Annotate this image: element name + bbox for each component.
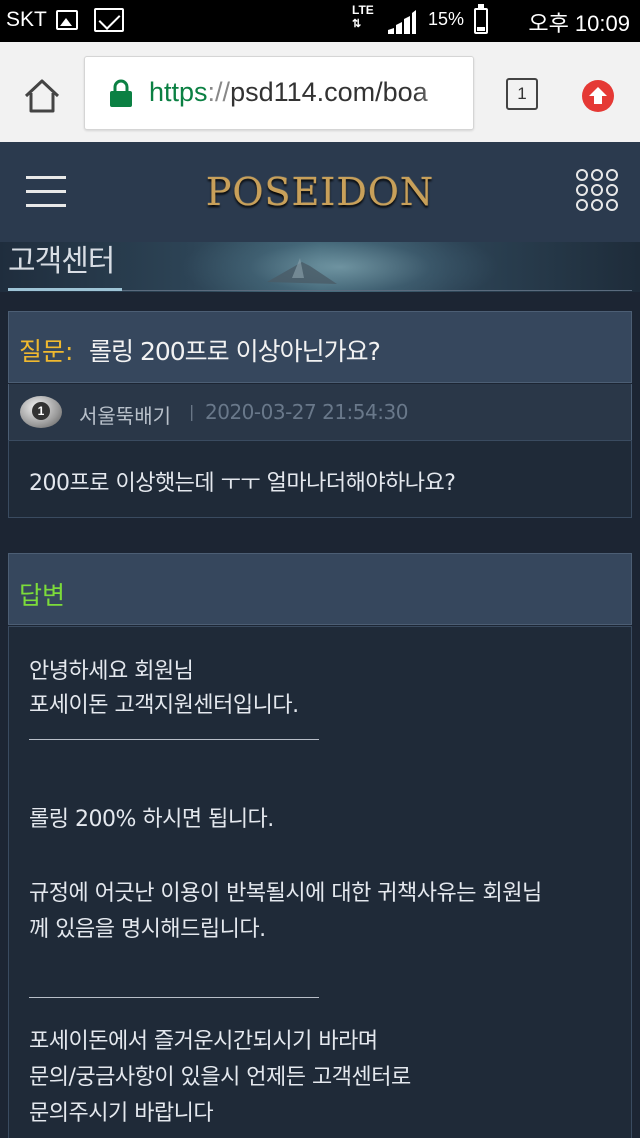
post-date: 2020-03-27 21:54:30 [205, 400, 408, 424]
clock: 오후 10:09 [528, 11, 630, 36]
url-scheme: https [149, 77, 208, 107]
ship-illustration [267, 258, 337, 284]
battery-icon [474, 4, 488, 34]
answer-body: 안녕하세요 회원님 포세이돈 고객지원센터입니다. 롤링 200% 하시면 됩니… [8, 626, 632, 1138]
answer-header: 답변 [8, 553, 632, 625]
question-text: 200프로 이상햇는데 ㅜㅜ 얼마나더해야하나요? [29, 471, 456, 496]
status-bar: SKT LTE ⇅ 15% 오후 10:09 [0, 0, 640, 42]
site-header: POSEIDON [0, 142, 640, 242]
answer-label: 답변 [19, 581, 66, 610]
question-body: 200프로 이상햇는데 ㅜㅜ 얼마나더해야하나요? [8, 440, 632, 518]
browser-toolbar: https://psd114.com/boa 1 [0, 42, 640, 142]
question-label: 질문: [19, 337, 74, 366]
lock-icon [110, 79, 132, 107]
page-title: 고객센터 [8, 244, 115, 279]
answer-line: 문의주시기 바랍니다 [29, 1101, 214, 1126]
signal-icon [388, 10, 416, 34]
carrier-label: SKT [6, 8, 47, 31]
author-name: 서울뚝배기 [79, 404, 171, 428]
grid-menu-icon[interactable] [575, 168, 619, 212]
question-title: 롤링 200프로 이상아닌가요? [89, 337, 381, 366]
battery-percent: 15% [428, 9, 465, 29]
site-logo[interactable]: POSEIDON [0, 170, 640, 214]
page-banner: 고객센터 [0, 242, 640, 292]
answer-line: 문의/궁금사항이 있을시 언제든 고객센터로 [29, 1065, 411, 1090]
answer-line: 규정에 어긋난 이용이 반복될시에 대한 귀책사유는 회원님 [29, 881, 542, 906]
home-icon[interactable] [18, 72, 66, 120]
url-separator: :// [207, 77, 231, 107]
answer-divider [29, 997, 319, 998]
answer-line: 포세이돈에서 즐거운시간되시기 바라며 [29, 1029, 378, 1054]
answer-line: 께 있음을 명시해드립니다. [29, 917, 266, 942]
question-header: 질문: 롤링 200프로 이상아닌가요? [8, 311, 632, 383]
answer-line: 롤링 200% 하시면 됩니다. [29, 807, 274, 832]
gallery-icon [56, 10, 78, 30]
meta-separator: | [189, 402, 195, 421]
question-meta: 1 서울뚝배기 | 2020-03-27 21:54:30 [8, 384, 632, 440]
title-underline [8, 288, 122, 291]
answer-divider [29, 739, 319, 740]
answer-line: 포세이돈 고객지원센터입니다. [29, 693, 299, 718]
mail-icon [94, 8, 124, 32]
update-icon[interactable] [582, 80, 614, 112]
url-bar[interactable]: https://psd114.com/boa [84, 56, 474, 130]
answer-line: 안녕하세요 회원님 [29, 659, 194, 684]
network-type-label: LTE ⇅ [352, 3, 374, 31]
tab-switcher-button[interactable]: 1 [506, 78, 538, 110]
url-host-path: psd114.com/boa [230, 77, 428, 107]
divider [122, 290, 632, 291]
level-badge-icon: 1 [20, 396, 62, 428]
url-text: https://psd114.com/boa [149, 77, 428, 108]
